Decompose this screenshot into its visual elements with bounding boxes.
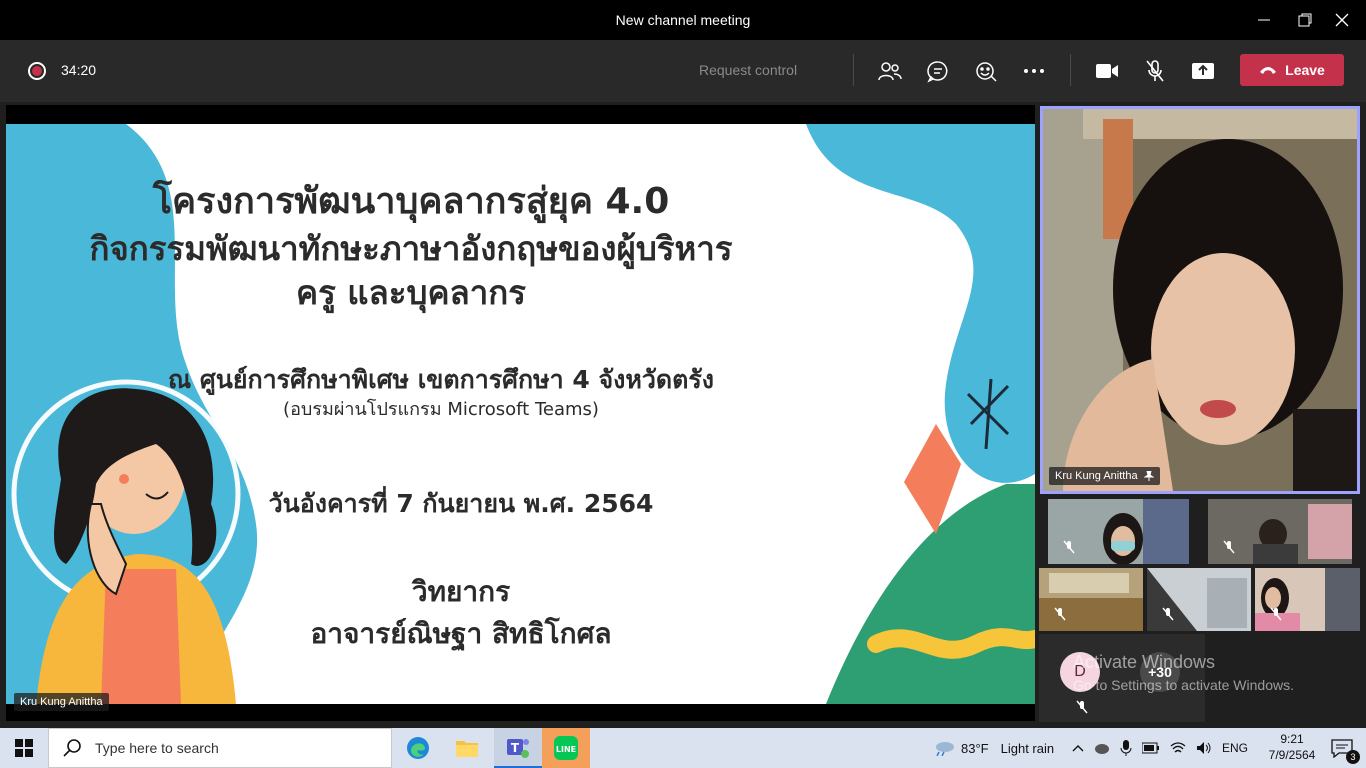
chat-icon	[927, 61, 948, 83]
weather-condition: Light rain	[1000, 740, 1055, 756]
leave-label: Leave	[1285, 62, 1325, 78]
clock-date: 7/9/2564	[1268, 748, 1316, 762]
line-app-icon: LINE	[554, 736, 578, 760]
muted-mic-icon	[1073, 698, 1091, 716]
teams-icon: T	[507, 739, 529, 758]
taskbar-teams[interactable]: T	[494, 728, 542, 768]
meeting-timer: 34:20	[61, 62, 97, 78]
slide-speaker-label: วิทยากร	[411, 575, 511, 608]
participant-tile[interactable]	[1147, 568, 1251, 631]
muted-mic-icon	[1220, 538, 1238, 556]
slide-platform: (อบรมผ่านโปรแกรม Microsoft Teams)	[283, 399, 599, 420]
more-icon	[1024, 69, 1044, 73]
presentation-slide: โครงการพัฒนาบุคลากรสู่ยุค 4.0 กิจกรรมพัฒ…	[6, 124, 1035, 704]
toolbar-divider	[853, 54, 854, 86]
folder-icon	[456, 741, 478, 757]
taskbar-search[interactable]: Type here to search	[48, 728, 392, 768]
slide-speaker-name: อาจารย์ณิษฐา สิทธิโกศล	[310, 617, 612, 650]
chevron-up-icon[interactable]	[1072, 744, 1084, 752]
battery-icon[interactable]	[1142, 742, 1160, 754]
pinned-video-tile[interactable]: Kru Kung Anittha	[1040, 106, 1360, 494]
pinned-name-label: Kru Kung Anittha	[1049, 467, 1160, 485]
presenter-name-label: Kru Kung Anittha	[14, 693, 109, 711]
wifi-icon[interactable]	[1170, 741, 1186, 755]
participant-tile[interactable]	[1255, 568, 1360, 631]
request-control-button[interactable]: Request control	[699, 62, 797, 78]
share-button[interactable]	[1188, 56, 1218, 86]
notifications-button[interactable]: 3	[1318, 728, 1366, 768]
hang-up-icon	[1260, 67, 1277, 74]
rain-cloud-icon	[936, 742, 954, 756]
participants-button[interactable]	[875, 56, 905, 86]
pinned-participant-name: Kru Kung Anittha	[1055, 470, 1138, 482]
mic-off-icon	[1146, 60, 1164, 82]
close-button[interactable]	[1320, 6, 1364, 34]
minimize-button[interactable]	[1242, 6, 1286, 34]
participant-tile[interactable]	[1039, 568, 1143, 631]
reactions-icon	[976, 62, 997, 82]
slide-title-line-1: โครงการพัฒนาบุคลากรสู่ยุค 4.0	[152, 181, 670, 222]
meeting-toolbar: 34:20 Request control Leave	[0, 40, 1366, 102]
mic-button[interactable]	[1140, 56, 1170, 86]
weather-temperature: 83°F	[961, 740, 989, 756]
people-icon	[878, 62, 902, 81]
activation-watermark-text: Go to Settings to activate Windows.	[1073, 677, 1294, 693]
slide-title-line-3: ครู และบุคลากร	[296, 273, 526, 312]
clock-time: 9:21	[1280, 732, 1304, 746]
edge-icon	[407, 737, 429, 759]
reactions-button[interactable]	[971, 56, 1001, 86]
microphone-icon[interactable]	[1120, 740, 1132, 756]
restore-icon	[1298, 13, 1312, 27]
clock[interactable]: 9:21 7/9/2564	[1262, 731, 1322, 763]
title-bar: New channel meeting	[0, 0, 1366, 40]
start-button[interactable]	[0, 728, 48, 768]
taskbar-file-explorer[interactable]	[443, 728, 491, 768]
weather-widget[interactable]: 83°F Light rain	[933, 728, 1054, 768]
window-title: New channel meeting	[615, 12, 751, 28]
slide-date: วันอังคารที่ 7 กันยายน พ.ศ. 2564	[268, 489, 654, 518]
svg-text:LINE: LINE	[556, 745, 576, 754]
more-actions-button[interactable]	[1019, 56, 1049, 86]
camera-button[interactable]	[1092, 56, 1122, 86]
leave-button[interactable]: Leave	[1240, 54, 1344, 86]
taskbar-edge[interactable]	[394, 728, 442, 768]
recording-icon	[28, 62, 46, 80]
volume-icon[interactable]	[1196, 741, 1212, 755]
camera-icon	[1096, 64, 1118, 78]
toolbar-divider	[1070, 54, 1071, 86]
cloud-icon[interactable]	[1094, 741, 1110, 755]
chat-button[interactable]	[923, 56, 953, 86]
svg-text:T: T	[511, 741, 520, 755]
close-icon	[1335, 13, 1349, 27]
system-tray: ENG	[1072, 728, 1248, 768]
shared-screen[interactable]: โครงการพัฒนาบุคลากรสู่ยุค 4.0 กิจกรรมพัฒ…	[6, 105, 1035, 721]
muted-mic-icon	[1051, 605, 1069, 623]
pin-icon	[1143, 471, 1154, 481]
muted-mic-icon	[1060, 538, 1078, 556]
muted-mic-icon	[1267, 605, 1285, 623]
participant-tile[interactable]	[1048, 499, 1189, 564]
search-placeholder: Type here to search	[95, 740, 219, 756]
windows-taskbar: Type here to search T LINE 83°F Light ra…	[0, 728, 1366, 768]
notification-count-badge: 3	[1346, 750, 1360, 764]
minimize-icon	[1258, 19, 1270, 21]
participant-tile[interactable]	[1208, 499, 1352, 564]
activation-watermark-title: Activate Windows	[1073, 652, 1216, 672]
search-icon	[63, 739, 81, 757]
windows-logo-icon	[15, 739, 33, 757]
participant-video	[1043, 109, 1357, 491]
muted-mic-icon	[1159, 605, 1177, 623]
taskbar-line[interactable]: LINE	[542, 728, 590, 768]
input-language[interactable]: ENG	[1222, 741, 1248, 755]
share-icon	[1192, 63, 1214, 79]
